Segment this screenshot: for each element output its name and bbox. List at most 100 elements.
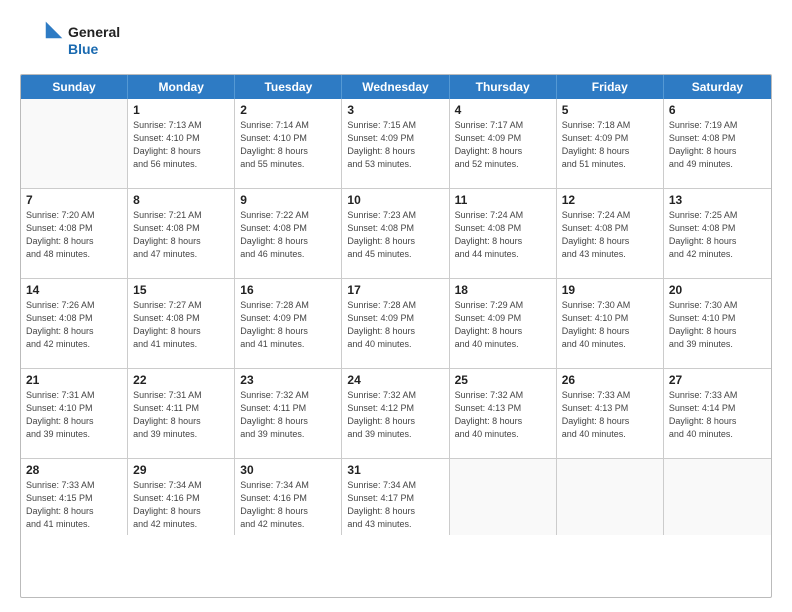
- cal-header-thursday: Thursday: [450, 75, 557, 99]
- day-info: Sunrise: 7:28 AM Sunset: 4:09 PM Dayligh…: [347, 299, 443, 351]
- cal-day-27: 27Sunrise: 7:33 AM Sunset: 4:14 PM Dayli…: [664, 369, 771, 458]
- day-number: 12: [562, 193, 658, 207]
- day-info: Sunrise: 7:23 AM Sunset: 4:08 PM Dayligh…: [347, 209, 443, 261]
- cal-day-11: 11 Sunrise: 7:24 AM Sunset: 4:08 PM Dayli…: [450, 189, 557, 278]
- calendar: SundayMondayTuesdayWednesdayThursdayFrid…: [20, 74, 772, 598]
- logo-line2: Blue: [68, 41, 120, 59]
- logo-svg: [20, 18, 66, 64]
- cal-week-0: 1 Sunrise: 7:13 AM Sunset: 4:10 PM Daylig…: [21, 99, 771, 189]
- cal-week-1: 7 Sunrise: 7:20 AM Sunset: 4:08 PM Daylig…: [21, 189, 771, 279]
- day-number: 31: [347, 463, 443, 477]
- cal-header-tuesday: Tuesday: [235, 75, 342, 99]
- day-info: Sunrise: 7:24 AM Sunset: 4:08 PM Dayligh…: [455, 209, 551, 261]
- cal-day-21: 21 Sunrise: 7:31 AM Sunset: 4:10 PM Dayli…: [21, 369, 128, 458]
- day-number: 5: [562, 103, 658, 117]
- cal-day-26: 26 Sunrise: 7:33 AM Sunset: 4:13 PM Dayli…: [557, 369, 664, 458]
- cal-day-23: 23 Sunrise: 7:32 AM Sunset: 4:11 PM Dayli…: [235, 369, 342, 458]
- day-info: Sunrise: 7:31 AM Sunset: 4:11 PM Dayligh…: [133, 389, 229, 441]
- day-info: Sunrise: 7:13 AM Sunset: 4:10 PM Dayligh…: [133, 119, 229, 171]
- day-info: Sunrise: 7:34 AM Sunset: 4:17 PM Dayligh…: [347, 479, 443, 531]
- cal-day-13: 13Sunrise: 7:25 AM Sunset: 4:08 PM Dayli…: [664, 189, 771, 278]
- day-info: Sunrise: 7:34 AM Sunset: 4:16 PM Dayligh…: [240, 479, 336, 531]
- day-info: Sunrise: 7:26 AM Sunset: 4:08 PM Dayligh…: [26, 299, 122, 351]
- cal-day-17: 17 Sunrise: 7:28 AM Sunset: 4:09 PM Dayli…: [342, 279, 449, 368]
- cal-header-monday: Monday: [128, 75, 235, 99]
- cal-day-2: 2Sunrise: 7:14 AM Sunset: 4:10 PM Daylig…: [235, 99, 342, 188]
- cal-empty-0-0: [21, 99, 128, 188]
- cal-day-31: 31 Sunrise: 7:34 AM Sunset: 4:17 PM Dayli…: [342, 459, 449, 535]
- day-number: 11: [455, 193, 551, 207]
- cal-empty-4-5: [557, 459, 664, 535]
- day-info: Sunrise: 7:30 AM Sunset: 4:10 PM Dayligh…: [562, 299, 658, 351]
- cal-day-4: 4Sunrise: 7:17 AM Sunset: 4:09 PM Daylig…: [450, 99, 557, 188]
- cal-header-friday: Friday: [557, 75, 664, 99]
- day-info: Sunrise: 7:15 AM Sunset: 4:09 PM Dayligh…: [347, 119, 443, 171]
- day-info: Sunrise: 7:28 AM Sunset: 4:09 PM Dayligh…: [240, 299, 336, 351]
- day-info: Sunrise: 7:33 AM Sunset: 4:15 PM Dayligh…: [26, 479, 122, 531]
- cal-day-7: 7 Sunrise: 7:20 AM Sunset: 4:08 PM Daylig…: [21, 189, 128, 278]
- day-info: Sunrise: 7:33 AM Sunset: 4:13 PM Dayligh…: [562, 389, 658, 441]
- day-info: Sunrise: 7:31 AM Sunset: 4:10 PM Dayligh…: [26, 389, 122, 441]
- day-number: 27: [669, 373, 766, 387]
- cal-header-wednesday: Wednesday: [342, 75, 449, 99]
- day-info: Sunrise: 7:32 AM Sunset: 4:13 PM Dayligh…: [455, 389, 551, 441]
- day-info: Sunrise: 7:20 AM Sunset: 4:08 PM Dayligh…: [26, 209, 122, 261]
- header: GeneralBlue: [20, 18, 772, 64]
- cal-day-14: 14 Sunrise: 7:26 AM Sunset: 4:08 PM Dayli…: [21, 279, 128, 368]
- day-number: 22: [133, 373, 229, 387]
- day-info: Sunrise: 7:14 AM Sunset: 4:10 PM Dayligh…: [240, 119, 336, 171]
- day-number: 8: [133, 193, 229, 207]
- cal-day-29: 29 Sunrise: 7:34 AM Sunset: 4:16 PM Dayli…: [128, 459, 235, 535]
- cal-empty-4-4: [450, 459, 557, 535]
- day-number: 23: [240, 373, 336, 387]
- cal-week-3: 21 Sunrise: 7:31 AM Sunset: 4:10 PM Dayli…: [21, 369, 771, 459]
- day-number: 25: [455, 373, 551, 387]
- day-info: Sunrise: 7:30 AM Sunset: 4:10 PM Dayligh…: [669, 299, 766, 351]
- day-number: 1: [133, 103, 229, 117]
- day-number: 28: [26, 463, 122, 477]
- cal-day-15: 15Sunrise: 7:27 AM Sunset: 4:08 PM Dayli…: [128, 279, 235, 368]
- day-number: 19: [562, 283, 658, 297]
- day-number: 7: [26, 193, 122, 207]
- day-info: Sunrise: 7:19 AM Sunset: 4:08 PM Dayligh…: [669, 119, 766, 171]
- day-info: Sunrise: 7:18 AM Sunset: 4:09 PM Dayligh…: [562, 119, 658, 171]
- cal-day-12: 12Sunrise: 7:24 AM Sunset: 4:08 PM Dayli…: [557, 189, 664, 278]
- day-number: 20: [669, 283, 766, 297]
- day-info: Sunrise: 7:32 AM Sunset: 4:11 PM Dayligh…: [240, 389, 336, 441]
- cal-header-sunday: Sunday: [21, 75, 128, 99]
- day-number: 3: [347, 103, 443, 117]
- cal-day-9: 9Sunrise: 7:22 AM Sunset: 4:08 PM Daylig…: [235, 189, 342, 278]
- cal-empty-4-6: [664, 459, 771, 535]
- calendar-header: SundayMondayTuesdayWednesdayThursdayFrid…: [21, 75, 771, 99]
- day-number: 18: [455, 283, 551, 297]
- logo: GeneralBlue: [20, 18, 120, 64]
- cal-day-8: 8 Sunrise: 7:21 AM Sunset: 4:08 PM Daylig…: [128, 189, 235, 278]
- cal-day-25: 25 Sunrise: 7:32 AM Sunset: 4:13 PM Dayli…: [450, 369, 557, 458]
- day-info: Sunrise: 7:21 AM Sunset: 4:08 PM Dayligh…: [133, 209, 229, 261]
- day-number: 10: [347, 193, 443, 207]
- cal-day-24: 24 Sunrise: 7:32 AM Sunset: 4:12 PM Dayli…: [342, 369, 449, 458]
- cal-week-2: 14 Sunrise: 7:26 AM Sunset: 4:08 PM Dayli…: [21, 279, 771, 369]
- cal-day-18: 18 Sunrise: 7:29 AM Sunset: 4:09 PM Dayli…: [450, 279, 557, 368]
- day-number: 21: [26, 373, 122, 387]
- logo-line1: General: [68, 24, 120, 42]
- day-number: 6: [669, 103, 766, 117]
- day-number: 26: [562, 373, 658, 387]
- cal-day-22: 22 Sunrise: 7:31 AM Sunset: 4:11 PM Dayli…: [128, 369, 235, 458]
- cal-day-20: 20 Sunrise: 7:30 AM Sunset: 4:10 PM Dayli…: [664, 279, 771, 368]
- day-info: Sunrise: 7:25 AM Sunset: 4:08 PM Dayligh…: [669, 209, 766, 261]
- day-number: 17: [347, 283, 443, 297]
- day-number: 14: [26, 283, 122, 297]
- cal-day-1: 1 Sunrise: 7:13 AM Sunset: 4:10 PM Daylig…: [128, 99, 235, 188]
- cal-header-saturday: Saturday: [664, 75, 771, 99]
- calendar-body: 1 Sunrise: 7:13 AM Sunset: 4:10 PM Daylig…: [21, 99, 771, 535]
- day-info: Sunrise: 7:32 AM Sunset: 4:12 PM Dayligh…: [347, 389, 443, 441]
- day-info: Sunrise: 7:17 AM Sunset: 4:09 PM Dayligh…: [455, 119, 551, 171]
- day-info: Sunrise: 7:34 AM Sunset: 4:16 PM Dayligh…: [133, 479, 229, 531]
- day-number: 29: [133, 463, 229, 477]
- cal-day-30: 30Sunrise: 7:34 AM Sunset: 4:16 PM Dayli…: [235, 459, 342, 535]
- cal-day-28: 28 Sunrise: 7:33 AM Sunset: 4:15 PM Dayli…: [21, 459, 128, 535]
- day-number: 24: [347, 373, 443, 387]
- day-info: Sunrise: 7:29 AM Sunset: 4:09 PM Dayligh…: [455, 299, 551, 351]
- day-info: Sunrise: 7:27 AM Sunset: 4:08 PM Dayligh…: [133, 299, 229, 351]
